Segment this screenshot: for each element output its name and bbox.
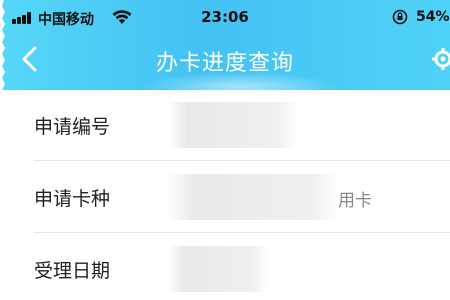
redacted-value [168,102,298,148]
nav-bar: 办卡进度查询 [0,36,450,84]
divider [34,232,450,233]
header: 中国移动 23:06 54% 办卡进度查询 [0,0,450,102]
row-value: 用卡 [338,191,372,211]
row-label: 申请编号 [34,116,111,138]
page-title: 办卡进度查询 [155,51,294,76]
progress-list: 申请编号 申请卡种 用卡 受理日期 [0,90,450,300]
list-item-card-type: 申请卡种 用卡 [0,162,450,234]
row-label: 申请卡种 [34,188,111,210]
torn-edge [0,0,5,300]
divider [34,160,450,161]
battery-percentage: 54% [416,9,450,25]
clock: 23:06 [201,8,249,26]
row-label: 受理日期 [34,260,111,282]
list-item-application-number: 申请编号 [0,90,450,162]
torn-edge [0,293,450,300]
app-screen: 中国移动 23:06 54% 办卡进度查询 申请编号 申请卡种 用卡 受理日期 [0,0,450,300]
redacted-value [168,174,338,220]
rotation-lock-icon [392,9,408,25]
settings-icon[interactable] [430,46,450,72]
status-bar: 中国移动 23:06 54% [0,0,450,36]
redacted-value [168,246,268,292]
